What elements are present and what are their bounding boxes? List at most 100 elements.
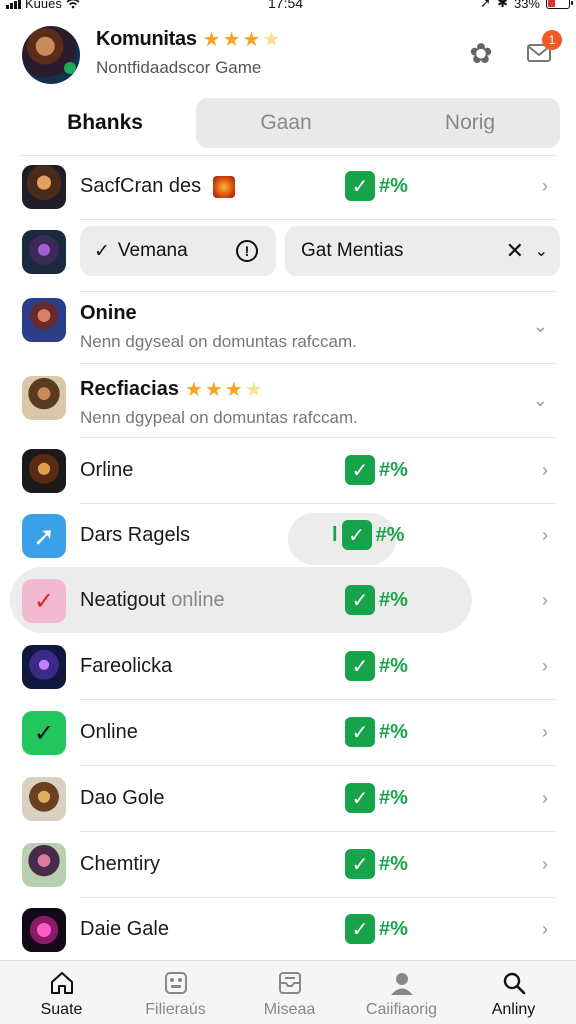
community-header: Komunitas ★ ★ ★ ★ Nontfidaadscor Game ✿ 1 (0, 22, 576, 92)
rating-stars: ★ ★ ★ ★ (203, 30, 281, 50)
list-item[interactable]: ➚ Dars Ragels l ✓ #% › (0, 504, 576, 568)
nav-label: Miseaa (263, 1001, 316, 1018)
chevron-down-icon[interactable]: ⌄ (533, 316, 548, 337)
chevron-right-icon[interactable]: › (542, 460, 548, 481)
location-icon: ➚ (480, 0, 492, 10)
game-icon (22, 843, 66, 887)
filter-pill-gat-mentias[interactable]: Gat Mentias ✕ ⌄ (285, 226, 560, 276)
chevron-right-icon[interactable]: › (542, 854, 548, 875)
list-item[interactable]: Fareolicka ✓ #% › (0, 634, 576, 700)
chevron-down-icon[interactable]: ⌄ (533, 390, 548, 411)
divider (20, 155, 556, 156)
item-title: Recfiacias ★ ★ ★ ★ (80, 378, 263, 401)
star-icon: ★ (262, 28, 281, 51)
status-left: Kuues (6, 0, 80, 11)
inbox-icon (276, 969, 304, 997)
swirl-icon (22, 908, 66, 952)
mail-button[interactable]: 1 (524, 30, 562, 68)
nav-inbox[interactable]: Miseaa (232, 961, 347, 1024)
list-item[interactable]: Chemtiry ✓ #% › (0, 832, 576, 898)
checkmark-icon: ✓ (341, 520, 372, 550)
status-text: #% (379, 174, 408, 197)
flower-icon[interactable]: ✿ (466, 38, 496, 69)
nav-label: Filieraús (145, 1001, 206, 1018)
nav-games[interactable]: Filieraús (118, 961, 233, 1024)
nav-profile[interactable]: Caiifiaorig (344, 961, 459, 1024)
status-text: #% (375, 523, 405, 546)
star-icon: ★ (202, 28, 221, 51)
list-item[interactable]: ✓ Online ✓ #% › (0, 700, 576, 766)
list-item[interactable]: ✓ Neatigout online ✓ #% › (0, 568, 576, 634)
list-item[interactable]: SacfCran des ✓ #% › (0, 155, 576, 220)
chevron-down-icon[interactable]: ⌄ (535, 241, 548, 261)
tab-gaan[interactable]: Gaan (196, 98, 376, 148)
status-check[interactable]: ✓ #% (345, 914, 408, 944)
avatar[interactable] (22, 26, 80, 84)
game-icon (22, 645, 66, 689)
close-icon[interactable]: ✕ (506, 238, 524, 264)
game-icon (22, 165, 66, 209)
status-check[interactable]: ✓ #% (345, 783, 408, 813)
nav-search[interactable]: Anliny (456, 961, 571, 1024)
status-check[interactable]: ✓ #% (345, 455, 408, 485)
expandable-item[interactable]: Recfiacias ★ ★ ★ ★ Nenn dgypeal on domuntas… (0, 364, 576, 438)
title-row: Komunitas ★ ★ ★ ★ (96, 28, 280, 51)
status-check[interactable]: ✓ #% (345, 585, 408, 615)
item-title: Onine (80, 302, 137, 325)
list-item-label: Fareolicka (80, 655, 173, 677)
search-icon (500, 969, 528, 997)
nav-label: Anliny (491, 1001, 536, 1018)
list-item-label: Dao Gole (80, 787, 165, 809)
list-item-text: SacfCran des (80, 175, 202, 197)
list-item-label: SacfCran des (80, 175, 235, 198)
filter-label: Gat Mentias (301, 240, 404, 261)
star-icon: ★ (242, 28, 261, 51)
chevron-right-icon[interactable]: › (542, 590, 548, 611)
chevron-right-icon[interactable]: › (542, 919, 548, 940)
list-item-muted: online (171, 589, 225, 611)
status-time: 17:54 (268, 0, 304, 11)
chevron-right-icon[interactable]: › (542, 656, 548, 677)
item-description: Nenn dgypeal on domuntas rafccam. (80, 408, 358, 427)
status-text: #% (379, 654, 408, 677)
carrier-label: Kuues (25, 0, 62, 11)
item-title-text: Recfiacias (80, 378, 179, 400)
list-item[interactable]: Orline ✓ #% › (0, 438, 576, 504)
expandable-item[interactable]: Onine Nenn dgyseal on domuntas rafccam. … (0, 292, 576, 364)
check-icon: ✓ (22, 711, 66, 755)
star-icon: ★ (244, 378, 263, 401)
status-text: #% (379, 458, 408, 481)
list-item[interactable]: Dao Gole ✓ #% › (0, 766, 576, 832)
chevron-right-icon[interactable]: › (542, 722, 548, 743)
page-title: Komunitas (96, 28, 197, 50)
gamepad-icon (162, 969, 190, 997)
checkmark-icon: ✓ (345, 849, 375, 879)
chevron-right-icon[interactable]: › (542, 176, 548, 197)
filter-pill-vemana[interactable]: ✓ Vemana ! (80, 226, 276, 276)
home-icon (48, 969, 76, 997)
tab-norig[interactable]: Norig (380, 98, 560, 148)
star-icon: ★ (204, 378, 223, 401)
list-item-text: Neatigout (80, 589, 166, 611)
tab-bhanks[interactable]: Bhanks (20, 98, 190, 148)
list-item[interactable]: Daie Gale ✓ #% › (0, 898, 576, 960)
status-check[interactable]: ✓ #% (345, 849, 408, 879)
chevron-right-icon[interactable]: › (542, 788, 548, 809)
nav-label: Suate (40, 1001, 83, 1018)
status-check[interactable]: ✓ #% (345, 651, 408, 681)
nav-label: Caiifiaorig (365, 1001, 438, 1018)
info-icon[interactable]: ! (236, 240, 258, 262)
status-text: #% (379, 852, 408, 875)
status-check[interactable]: ✓ #% (345, 171, 408, 201)
person-icon (388, 969, 416, 997)
checkmark-icon: ✓ (345, 914, 375, 944)
wifi-icon (66, 0, 80, 8)
item-title-text: Onine (80, 302, 137, 324)
chevron-right-icon[interactable]: › (542, 525, 548, 546)
status-check[interactable]: l ✓ #% (332, 520, 404, 550)
status-check[interactable]: ✓ #% (345, 717, 408, 747)
game-icon (22, 230, 66, 274)
nav-home[interactable]: Suate (4, 961, 119, 1024)
check-icon: ✓ (94, 240, 110, 262)
status-text: #% (379, 588, 408, 611)
